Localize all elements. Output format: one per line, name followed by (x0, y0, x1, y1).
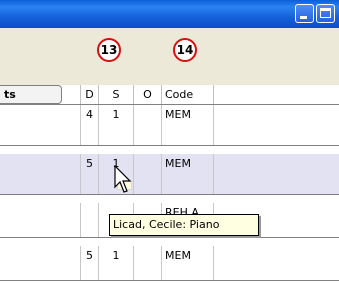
row-divider (0, 237, 339, 238)
table-row[interactable]: 4 1 MEM (0, 105, 339, 145)
maximize-button[interactable] (316, 4, 335, 23)
mouse-cursor-icon (114, 165, 132, 193)
cell-code: MEM (162, 154, 214, 194)
column-header-s[interactable]: S (99, 85, 134, 104)
cell-s: 1 (99, 246, 134, 280)
column-header-code[interactable]: Code (162, 85, 214, 104)
column-header-d[interactable]: D (80, 85, 99, 104)
header-tab-button[interactable]: ts (0, 85, 62, 104)
cell-tooltip: Licad, Cecile: Piano (109, 214, 259, 236)
row-divider (0, 280, 339, 281)
cell-d: 5 (80, 246, 99, 280)
cell-d: 5 (80, 154, 99, 194)
minimize-icon (300, 16, 307, 19)
toolbar-area (0, 28, 339, 85)
cell-code: MEM (162, 105, 214, 145)
cell-d: 4 (80, 105, 99, 145)
callout-badge-13: 13 (97, 38, 121, 62)
cell-d (80, 203, 99, 237)
cell-code: MEM (162, 246, 214, 280)
row-divider (0, 194, 339, 195)
window-title-bar (0, 0, 339, 28)
cell-o (134, 246, 162, 280)
callout-badge-14: 14 (173, 38, 197, 62)
table-row[interactable]: 5 1 MEM (0, 246, 339, 280)
grid-header: ts D S O Code (0, 85, 339, 105)
cell-o (134, 154, 162, 194)
row-divider (0, 145, 339, 146)
minimize-button[interactable] (295, 4, 314, 23)
cell-s: 1 (99, 105, 134, 145)
table-row-selected[interactable]: 5 1 MEM (0, 154, 339, 194)
column-header-o[interactable]: O (134, 85, 162, 104)
maximize-icon (320, 8, 331, 18)
cell-o (134, 105, 162, 145)
